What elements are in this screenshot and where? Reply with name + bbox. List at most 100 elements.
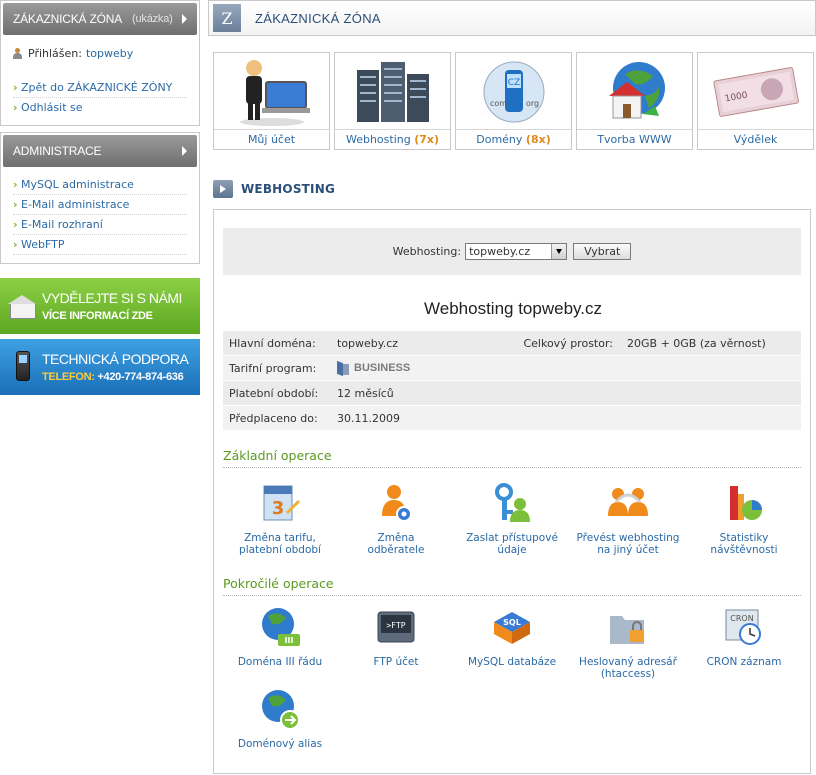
change-customer-op[interactable]: Změna odběratele (338, 482, 454, 556)
main-domain-value: topweby.cz (337, 336, 399, 350)
tile-web-creation-label: Tvorba WWW (577, 129, 692, 149)
send-credentials-label-1: Zaslat přístupové (466, 532, 558, 544)
webhosting-selector: Webhosting: topweby.cz Vybrat (223, 228, 801, 275)
phone-number: +420-774-874-636 (97, 371, 184, 383)
select-button[interactable]: Vybrat (573, 243, 632, 260)
change-customer-label-1: Změna (377, 532, 415, 544)
tile-my-account-text: Můj účet (247, 133, 296, 146)
protected-directory-op[interactable]: Heslovaný adresář (htaccess) (570, 606, 686, 680)
tile-earnings[interactable]: 1000 Výdělek (697, 52, 814, 150)
info-row: Předplaceno do: 30.11.2009 (223, 406, 801, 431)
arrow-right-icon (213, 180, 233, 198)
tile-web-creation-text: Tvorba WWW (597, 133, 672, 146)
tile-domains[interactable]: CZ com org Domény (8x) (455, 52, 572, 150)
businessman-laptop-icon (214, 53, 329, 129)
tech-support-banner[interactable]: TECHNICKÁ PODPORA TELEFON: +420-774-874-… (0, 339, 200, 395)
advanced-operations: III Doména III řádu >FTP FTP účet SQL My… (222, 606, 802, 680)
third-level-domain-op[interactable]: III Doména III řádu (222, 606, 338, 680)
tile-webhosting-text: Webhosting (345, 133, 411, 146)
cron-icon-text: CRON (730, 614, 753, 623)
customer-zone-title: ZÁKAZNICKÁ ZÓNA (13, 12, 123, 26)
admin-header[interactable]: ADMINISTRACE (3, 135, 197, 167)
change-tariff-label-2: platební období (239, 544, 321, 556)
tile-domains-cz-text: CZ (507, 78, 519, 88)
globe-alias-icon (258, 688, 302, 732)
mysql-admin-link[interactable]: MySQL administrace (13, 175, 187, 195)
period-value: 12 měsíců (337, 386, 394, 400)
tariff-value: BUSINESS (337, 362, 509, 375)
tile-earnings-text: Výdělek (733, 133, 778, 146)
webhosting-select-value: topweby.cz (469, 245, 531, 258)
statistics-op[interactable]: Statistiky návštěvnosti (686, 482, 802, 556)
globe-house-icon (577, 53, 692, 129)
cron-clock-icon: CRON (722, 606, 766, 650)
third-level-text: III (285, 636, 294, 645)
mysql-database-op[interactable]: SQL MySQL databáze (454, 606, 570, 680)
period-label: Platební období: (229, 386, 319, 400)
ftp-icon: >FTP (374, 606, 418, 650)
tile-my-account[interactable]: Můj účet (213, 52, 330, 150)
info-row: Tarifní program: BUSINESS (223, 356, 801, 381)
info-row: Platební období: 12 měsíců (223, 381, 801, 406)
webhosting-select[interactable]: topweby.cz (465, 243, 568, 260)
folder-lock-icon (606, 606, 650, 650)
domain-globe-icon: CZ com org (456, 53, 571, 129)
main-area: Z ZÁKAZNICKÁ ZÓNA Můj účet Webhosting (7… (208, 0, 816, 774)
webhosting-panel: Webhosting: topweby.cz Vybrat Webhosting… (213, 209, 811, 774)
protected-directory-label-2: (htaccess) (600, 668, 656, 680)
user-gear-icon (374, 482, 418, 526)
statistics-label-1: Statistiky (719, 532, 769, 544)
email-admin-link[interactable]: E-Mail administrace (13, 195, 187, 215)
change-tariff-op[interactable]: 3 Změna tarifu, platební období (222, 482, 338, 556)
admin-box: ADMINISTRACE MySQL administrace E-Mail a… (0, 132, 200, 264)
tile-my-account-label: Můj účet (214, 129, 329, 149)
logout-link[interactable]: Odhlásit se (13, 98, 187, 117)
cron-record-op[interactable]: CRON CRON záznam (686, 606, 802, 680)
paid-until-value: 30.11.2009 (337, 411, 400, 425)
mysql-database-label: MySQL databáze (467, 656, 557, 668)
calendar-icon: 3 (258, 482, 302, 526)
earn-banner-title: VYDĚLEJTE SI S NÁMI (42, 290, 182, 306)
earn-with-us-banner[interactable]: VYDĚLEJTE SI S NÁMI VÍCE INFORMACÍ ZDE (0, 278, 200, 334)
tile-webhosting-count: (7x) (414, 133, 440, 146)
user-link[interactable]: topweby (86, 47, 133, 60)
webftp-link[interactable]: WebFTP (13, 235, 187, 255)
customer-zone-header[interactable]: ZÁKAZNICKÁ ZÓNA (ukázka) (3, 3, 197, 35)
sql-database-icon: SQL (490, 606, 534, 650)
email-interface-link[interactable]: E-Mail rozhraní (13, 215, 187, 235)
admin-title: ADMINISTRACE (13, 144, 102, 158)
advanced-operations-title: Pokročilé operace (223, 576, 801, 596)
transfer-hosting-op[interactable]: Převést webhosting na jiný účet (570, 482, 686, 556)
cron-record-label: CRON záznam (706, 656, 782, 668)
phone-label: TELEFON: (42, 371, 95, 383)
user-icon (13, 48, 22, 59)
send-credentials-op[interactable]: Zaslat přístupové údaje (454, 482, 570, 556)
total-space-value: 20GB + 0GB (za věrnost) (627, 336, 766, 350)
ftp-account-op[interactable]: >FTP FTP účet (338, 606, 454, 680)
info-row: Hlavní doména: topweby.cz Celkový prosto… (223, 331, 801, 356)
logged-in-label: Přihlášen: (28, 47, 82, 60)
main-domain-label: Hlavní doména: (229, 336, 316, 350)
tile-domains-org-text: org (526, 99, 539, 108)
users-transfer-icon (606, 482, 650, 526)
tile-web-creation[interactable]: Tvorba WWW (576, 52, 693, 150)
third-level-domain-label: Doména III řádu (237, 656, 323, 668)
ftp-icon-text: >FTP (386, 621, 405, 630)
page-title: ZÁKAZNICKÁ ZÓNA (255, 10, 381, 26)
basic-operations: 3 Změna tarifu, platební období Změna od… (222, 482, 802, 556)
zone-links: Zpět do ZÁKAZNICKÉ ZÓNY Odhlásit se (1, 64, 199, 125)
support-banner-title: TECHNICKÁ PODPORA (42, 351, 189, 367)
chevron-down-icon (551, 244, 567, 259)
banknotes-icon: 1000 (698, 53, 813, 129)
send-credentials-label-2: údaje (497, 544, 527, 556)
section-title: WEBHOSTING (241, 182, 336, 196)
chevron-right-icon (182, 146, 187, 156)
support-banner-phone: TELEFON: +420-774-874-636 (42, 371, 184, 383)
domain-alias-op[interactable]: Doménový alias (222, 688, 338, 750)
globe-third-level-icon: III (258, 606, 302, 650)
sql-icon-text: SQL (503, 618, 521, 627)
ftp-account-label: FTP účet (373, 656, 419, 668)
hosting-info-table: Hlavní doména: topweby.cz Celkový prosto… (223, 331, 801, 432)
tile-webhosting[interactable]: Webhosting (7x) (334, 52, 451, 150)
back-to-zone-link[interactable]: Zpět do ZÁKAZNICKÉ ZÓNY (13, 78, 187, 98)
